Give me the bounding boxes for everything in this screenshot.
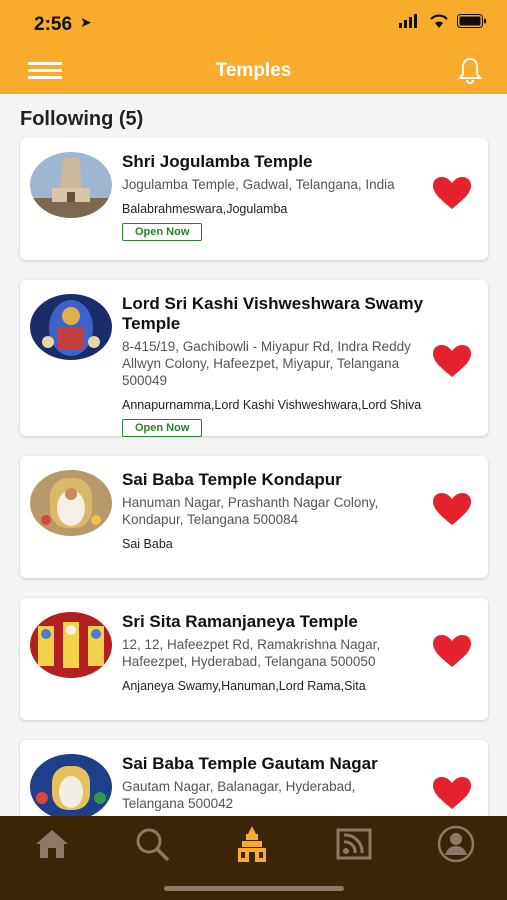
- feed-icon[interactable]: [334, 824, 374, 864]
- temple-address: 12, 12, Hafeezpet Rd, Ramakrishna Nagar,…: [122, 637, 381, 669]
- profile-icon[interactable]: [436, 824, 476, 864]
- home-indicator: [164, 886, 344, 891]
- app-bar: Temples: [0, 48, 507, 94]
- temple-thumbnail: [30, 152, 112, 218]
- temple-card[interactable]: Sri Sita Ramanjaneya Temple 12, 12, Hafe…: [20, 598, 488, 720]
- status-bar: 2:56 ➤: [0, 0, 507, 48]
- temple-name: Lord Sri Kashi Vishweshwara Swamy Temple: [122, 294, 424, 333]
- signal-icon: [399, 14, 417, 28]
- heart-icon[interactable]: [432, 776, 472, 810]
- temple-thumbnail: [30, 294, 112, 360]
- temple-name: Sri Sita Ramanjaneya Temple: [122, 612, 358, 631]
- home-icon[interactable]: [32, 824, 72, 864]
- heart-icon[interactable]: [432, 634, 472, 668]
- temple-card[interactable]: Sai Baba Temple Kondapur Hanuman Nagar, …: [20, 456, 488, 578]
- heart-icon[interactable]: [432, 176, 472, 210]
- temple-list: Shri Jogulamba Temple Jogulamba Temple, …: [20, 138, 488, 882]
- heart-icon[interactable]: [432, 344, 472, 378]
- temple-deities: Balabrahmeswara,Jogulamba: [122, 202, 288, 216]
- status-time: 2:56: [34, 14, 73, 35]
- temple-icon[interactable]: [232, 824, 272, 864]
- bell-icon[interactable]: [455, 56, 485, 86]
- temple-thumbnail: [30, 612, 112, 678]
- tab-bar: [0, 816, 507, 900]
- temple-name: Sai Baba Temple Kondapur: [122, 470, 342, 489]
- temple-address: 8-415/19, Gachibowli - Miyapur Rd, Indra…: [122, 339, 411, 388]
- status-icons: [399, 14, 487, 28]
- location-arrow-icon: ➤: [80, 14, 92, 30]
- temple-thumbnail: [30, 754, 112, 820]
- temple-address: Hanuman Nagar, Prashanth Nagar Colony, K…: [122, 495, 379, 527]
- temple-card[interactable]: Lord Sri Kashi Vishweshwara Swamy Temple…: [20, 280, 488, 437]
- section-title: Following (5): [20, 108, 144, 130]
- temple-card[interactable]: Shri Jogulamba Temple Jogulamba Temple, …: [20, 138, 488, 260]
- temple-name: Shri Jogulamba Temple: [122, 152, 313, 171]
- wifi-icon: [430, 14, 448, 28]
- temple-deities: Annapurnamma,Lord Kashi Vishweshwara,Lor…: [122, 398, 422, 412]
- temple-name: Sai Baba Temple Gautam Nagar: [122, 754, 378, 773]
- temple-thumbnail: [30, 470, 112, 536]
- temple-address: Jogulamba Temple, Gadwal, Telangana, Ind…: [122, 177, 395, 192]
- heart-icon[interactable]: [432, 492, 472, 526]
- temple-deities: Sai Baba: [122, 537, 173, 551]
- temple-address: Gautam Nagar, Balanagar, Hyderabad, Tela…: [122, 779, 356, 811]
- search-icon[interactable]: [132, 824, 172, 864]
- battery-icon: [457, 14, 486, 28]
- open-status-badge: Open Now: [122, 223, 203, 241]
- page-title: Temples: [215, 60, 292, 81]
- open-status-badge: Open Now: [122, 419, 203, 437]
- temple-deities: Anjaneya Swamy,Hanuman,Lord Rama,Sita: [122, 679, 366, 693]
